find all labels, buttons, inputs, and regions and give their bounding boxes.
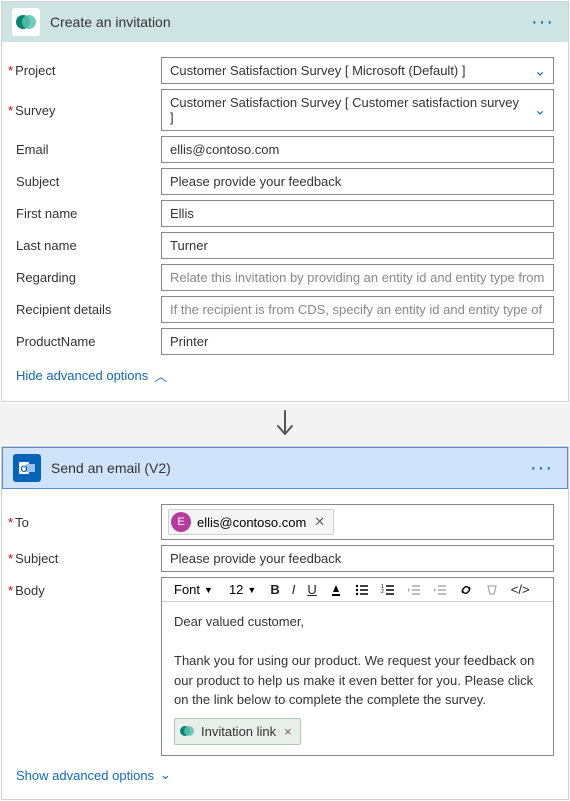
survey-label: Survey [16, 103, 161, 118]
bullet-list-button[interactable] [353, 583, 371, 597]
outlook-icon: O [13, 454, 41, 482]
rich-text-editor: Font▼ 12▼ B I U 12 </> [161, 577, 554, 756]
body-greeting: Dear valued customer, [174, 612, 541, 632]
to-label: To [16, 515, 161, 530]
forms-pro-icon [12, 8, 40, 36]
email-input[interactable] [161, 136, 554, 163]
more-button[interactable]: ··· [527, 11, 558, 34]
clear-format-button[interactable] [483, 583, 501, 597]
card-header[interactable]: Create an invitation ··· [2, 2, 568, 42]
italic-button[interactable]: I [290, 582, 298, 597]
hide-advanced-options-link[interactable]: Hide advanced options ︿ [16, 366, 167, 385]
link-button[interactable] [457, 583, 475, 597]
token-label: Invitation link [201, 722, 276, 742]
recipient-label: Recipient details [16, 302, 161, 317]
firstname-label: First name [16, 206, 161, 221]
body-paragraph: Thank you for using our product. We requ… [174, 651, 541, 710]
card-body: To E ellis@contoso.com ✕ Subject Body [2, 489, 568, 799]
editor-content[interactable]: Dear valued customer, Thank you for usin… [162, 602, 553, 755]
more-button[interactable]: ··· [526, 457, 557, 480]
adv-link-label: Hide advanced options [16, 368, 148, 383]
invitation-link-token[interactable]: Invitation link × [174, 718, 301, 746]
triangle-down-icon: ▼ [204, 585, 213, 595]
show-advanced-options-link[interactable]: Show advanced options ⌄ [16, 767, 171, 783]
outdent-button[interactable] [405, 583, 423, 597]
recipient-avatar: E [171, 512, 191, 532]
font-size-select[interactable]: 12▼ [225, 582, 260, 597]
svg-text:2: 2 [381, 589, 384, 595]
regarding-input[interactable] [161, 264, 554, 291]
lastname-input[interactable] [161, 232, 554, 259]
firstname-input[interactable] [161, 200, 554, 227]
font-color-button[interactable] [327, 583, 345, 597]
recipient-chip-text: ellis@contoso.com [197, 515, 306, 530]
productname-input[interactable] [161, 328, 554, 355]
card-title: Create an invitation [50, 14, 527, 30]
triangle-down-icon: ▼ [247, 585, 256, 595]
remove-recipient-icon[interactable]: ✕ [314, 514, 325, 530]
project-label: Project [16, 63, 161, 78]
chevron-down-icon: ⌄ [160, 767, 171, 783]
editor-toolbar: Font▼ 12▼ B I U 12 </> [162, 578, 553, 602]
create-invitation-card: Create an invitation ··· Project Custome… [1, 1, 569, 402]
to-input[interactable]: E ellis@contoso.com ✕ [161, 504, 554, 540]
lastname-label: Last name [16, 238, 161, 253]
subject-label: Subject [16, 551, 161, 566]
flow-connector [0, 403, 570, 445]
font-select[interactable]: Font▼ [170, 582, 217, 597]
code-view-button[interactable]: </> [509, 582, 532, 597]
regarding-label: Regarding [16, 270, 161, 285]
subject-input[interactable] [161, 168, 554, 195]
body-label: Body [16, 577, 161, 598]
survey-select[interactable]: Customer Satisfaction Survey [ Customer … [161, 89, 554, 131]
svg-text:O: O [20, 464, 27, 474]
chevron-up-icon: ︿ [154, 366, 167, 385]
card-body: Project Customer Satisfaction Survey [ M… [2, 42, 568, 401]
indent-button[interactable] [431, 583, 449, 597]
underline-button[interactable]: U [305, 582, 318, 597]
number-list-button[interactable]: 12 [379, 583, 397, 597]
subject-input[interactable] [161, 545, 554, 572]
recipient-input[interactable] [161, 296, 554, 323]
forms-pro-icon [179, 723, 195, 739]
email-label: Email [16, 142, 161, 157]
bold-button[interactable]: B [268, 582, 281, 597]
project-select[interactable]: Customer Satisfaction Survey [ Microsoft… [161, 57, 554, 84]
subject-label: Subject [16, 174, 161, 189]
remove-token-icon[interactable]: × [284, 722, 292, 742]
adv-link-label: Show advanced options [16, 768, 154, 783]
recipient-chip[interactable]: E ellis@contoso.com ✕ [168, 509, 334, 535]
productname-label: ProductName [16, 334, 161, 349]
card-title: Send an email (V2) [51, 460, 526, 476]
send-email-card: O Send an email (V2) ··· To E ellis@cont… [1, 446, 569, 800]
arrow-down-icon [274, 409, 296, 439]
card-header[interactable]: O Send an email (V2) ··· [2, 447, 568, 489]
